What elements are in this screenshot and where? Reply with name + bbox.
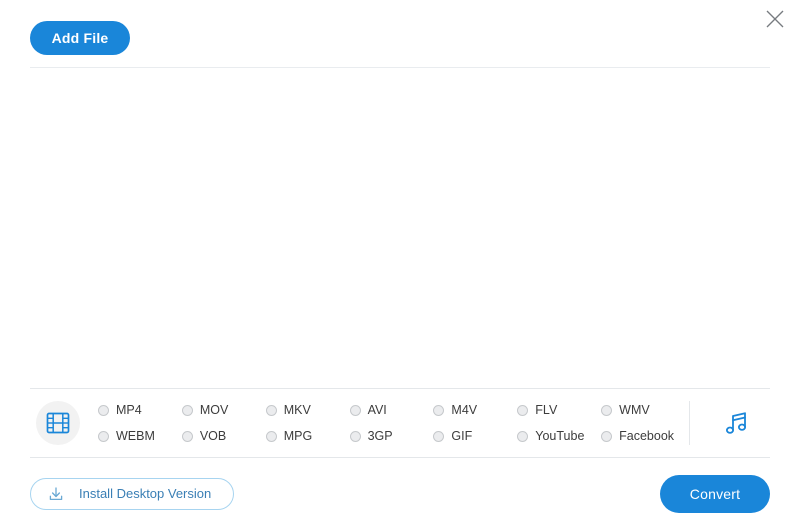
radio-icon[interactable]	[433, 430, 445, 442]
convert-button[interactable]: Convert	[660, 474, 770, 513]
download-icon	[47, 485, 65, 503]
radio-icon[interactable]	[98, 404, 109, 416]
add-file-button[interactable]: Add File	[30, 21, 130, 55]
music-note-icon	[722, 409, 750, 437]
format-option-3gp[interactable]: 3GP	[349, 424, 434, 448]
format-option-mpg[interactable]: MPG	[265, 424, 350, 448]
format-option-label: FLV	[535, 403, 558, 417]
format-option-label: MOV	[199, 403, 229, 417]
radio-icon[interactable]	[517, 404, 529, 416]
format-option-mp4[interactable]: MP4	[98, 398, 182, 422]
format-option-webm[interactable]: WEBM	[98, 424, 182, 448]
format-option-label: MKV	[283, 403, 311, 417]
format-option-label: YouTube	[535, 429, 585, 443]
radio-icon[interactable]	[349, 430, 361, 442]
format-option-label: AVI	[367, 403, 387, 417]
radio-icon[interactable]	[349, 404, 361, 416]
film-strip-icon	[45, 410, 71, 436]
format-option-mov[interactable]: MOV	[181, 398, 266, 422]
format-option-youtube[interactable]: YouTube	[517, 424, 601, 448]
format-option-label: MP4	[116, 403, 142, 417]
top-toolbar: Add File	[30, 0, 770, 68]
radio-icon[interactable]	[98, 430, 109, 442]
file-list-area[interactable]	[30, 68, 770, 388]
format-option-facebook[interactable]: Facebook	[601, 424, 685, 448]
format-option-label: WMV	[619, 403, 650, 417]
format-option-wmv[interactable]: WMV	[601, 398, 685, 422]
radio-icon[interactable]	[601, 430, 613, 442]
video-format-group-button[interactable]	[36, 401, 80, 445]
close-icon	[765, 9, 785, 29]
install-desktop-version-button[interactable]: Install Desktop Version	[30, 477, 235, 510]
radio-icon[interactable]	[181, 430, 193, 442]
footer-bar: Install Desktop Version Convert	[0, 458, 800, 529]
radio-icon[interactable]	[517, 430, 529, 442]
close-window-button[interactable]	[758, 2, 792, 36]
format-option-label: M4V	[451, 403, 478, 417]
radio-icon[interactable]	[265, 430, 277, 442]
format-option-label: GIF	[451, 429, 473, 443]
format-option-flv[interactable]: FLV	[517, 398, 601, 422]
format-option-label: Facebook	[619, 429, 675, 443]
format-option-label: MPG	[283, 429, 313, 443]
format-options-grid: MP4 MOV MKV AVI M4V FLV WMV WEBM VOB MPG…	[92, 398, 685, 448]
converter-window: Add File MP4 MOV MKV AVI M4V FLV WMV WEB…	[0, 0, 800, 529]
output-format-panel: MP4 MOV MKV AVI M4V FLV WMV WEBM VOB MPG…	[30, 388, 770, 458]
format-option-avi[interactable]: AVI	[349, 398, 434, 422]
radio-icon[interactable]	[265, 404, 277, 416]
install-desktop-version-label: Install Desktop Version	[79, 486, 212, 501]
format-option-label: WEBM	[116, 429, 155, 443]
format-option-gif[interactable]: GIF	[433, 424, 517, 448]
format-option-label: VOB	[199, 429, 227, 443]
audio-format-group-button[interactable]	[714, 401, 758, 445]
panel-divider	[689, 401, 690, 445]
radio-icon[interactable]	[433, 404, 445, 416]
format-option-vob[interactable]: VOB	[181, 424, 266, 448]
format-option-mkv[interactable]: MKV	[265, 398, 350, 422]
radio-icon[interactable]	[181, 404, 193, 416]
format-option-m4v[interactable]: M4V	[433, 398, 517, 422]
format-option-label: 3GP	[367, 429, 393, 443]
radio-icon[interactable]	[601, 404, 613, 416]
